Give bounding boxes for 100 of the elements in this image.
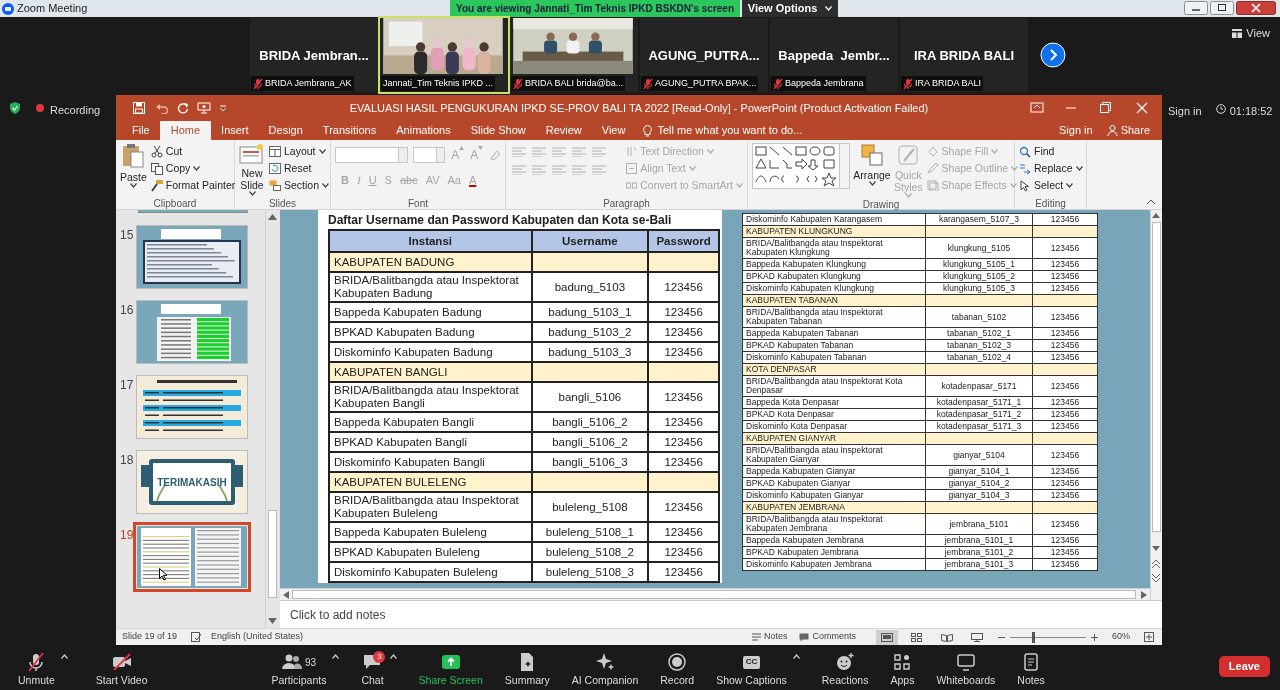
up-caret-icon[interactable] <box>60 654 68 659</box>
scroll-bar[interactable] <box>1150 210 1162 600</box>
view-button[interactable] <box>876 629 898 645</box>
section-button[interactable]: Section <box>269 177 330 194</box>
scroll-bar[interactable] <box>265 210 280 628</box>
new-slide-button[interactable]: New Slide <box>239 143 265 196</box>
cut-button[interactable]: Cut <box>150 143 236 160</box>
zoom-percent[interactable]: 60% <box>1112 630 1130 644</box>
toolbar-button[interactable]: Summary <box>504 650 550 686</box>
ribbon-tab[interactable]: Transitions <box>312 121 387 140</box>
layout-button[interactable]: Layout <box>269 143 330 160</box>
scroll-bar[interactable] <box>280 588 1150 600</box>
participant-name: IRA BRIDA BALI <box>912 47 1016 65</box>
select-button[interactable]: Select <box>1019 177 1083 194</box>
toolbar-button[interactable]: Share Screen <box>418 650 483 686</box>
slide-sorter-icon <box>911 632 923 642</box>
fit-slide-icon[interactable] <box>1144 632 1154 642</box>
format-painter-button[interactable]: Format Painter <box>150 177 236 194</box>
notes-button[interactable]: Notes <box>751 630 788 644</box>
view-button[interactable]: View <box>1232 25 1270 42</box>
scroll-thumb[interactable] <box>1152 222 1161 532</box>
caret-icon <box>248 191 256 196</box>
slide-thumbnail[interactable] <box>138 210 248 213</box>
ribbon-tab[interactable]: File <box>122 121 160 140</box>
book-icon <box>941 632 953 642</box>
toolbar-button[interactable]: Notes <box>1017 650 1045 686</box>
sign-in-link[interactable]: Sign in <box>1168 103 1202 120</box>
table-cell: Diskominfo Kabupaten Buleleng <box>329 562 532 582</box>
ribbon-tab[interactable]: Design <box>258 121 313 140</box>
customize-icon[interactable] <box>219 103 227 112</box>
caret-icon <box>706 149 714 154</box>
scroll-thumb[interactable] <box>268 510 277 598</box>
paste-button[interactable]: Paste <box>120 143 147 188</box>
undo-icon[interactable] <box>155 101 169 114</box>
spelling-icon[interactable] <box>191 632 203 642</box>
ribbon-tab[interactable]: Insert <box>211 121 259 140</box>
leave-button[interactable]: Leave <box>1218 656 1270 677</box>
sign-in-link[interactable]: Sign in <box>1059 121 1093 140</box>
table-cell: 123456 <box>648 272 719 302</box>
toolbar-button[interactable]: 3 Chat <box>361 650 384 686</box>
slide-thumbnail[interactable] <box>137 376 247 438</box>
participant-tile[interactable]: AGUNG_PUTRA... AGUNG_PUTRA BPAK... <box>640 18 768 92</box>
scroll-thumb[interactable] <box>292 590 1136 599</box>
replace-button[interactable]: Replace <box>1019 160 1083 177</box>
view-options-button[interactable]: View Options <box>742 0 839 17</box>
toolbar-button[interactable]: Record <box>660 650 695 686</box>
next-page-icon[interactable] <box>1040 42 1066 68</box>
share-button[interactable]: Share <box>1106 121 1150 140</box>
window-title: Zoom Meeting <box>17 1 88 17</box>
ribbon-tab[interactable]: Slide Show <box>460 121 536 140</box>
ribbon-tab[interactable]: Review <box>535 121 592 140</box>
save-icon[interactable] <box>133 101 145 114</box>
toolbar-button[interactable]: CC Show Captions <box>716 650 787 686</box>
slideshow-icon <box>971 632 983 642</box>
up-caret-icon[interactable] <box>792 654 800 659</box>
tell-me-field[interactable]: Tell me what you want to do... <box>643 121 803 140</box>
table-cell: buleleng_5108 <box>531 492 649 522</box>
toolbar-button[interactable]: Start Video <box>95 650 148 686</box>
down-arrow-icon <box>1152 546 1160 551</box>
participant-tile[interactable]: BRIDA Jembran... BRIDA Jembrana_AK <box>250 18 378 92</box>
group-heading: KABUPATEN BULELENG <box>329 472 532 492</box>
new-slide-icon <box>239 143 265 165</box>
restore-icon[interactable] <box>1210 1 1234 15</box>
participant-tile[interactable]: IRA BRIDA BALI IRA BRIDA BALI <box>900 18 1028 92</box>
comments-button[interactable]: Comments <box>799 630 856 644</box>
up-caret-icon[interactable] <box>389 654 397 659</box>
slide-number: 18 <box>120 452 135 469</box>
slider-thumb[interactable] <box>1031 631 1035 643</box>
participant-tile[interactable]: Jannati_Tim Teknis IPKD ... <box>380 18 508 92</box>
slide-thumbnail[interactable] <box>137 226 247 288</box>
slide-thumbnail[interactable] <box>137 301 247 363</box>
toolbar-button[interactable]: AI Companion <box>571 650 639 686</box>
toolbar-button[interactable]: Apps <box>890 650 915 686</box>
participant-tile[interactable]: Bappeda Jembr... Bappeda Jembrana <box>770 18 898 92</box>
effects-icon <box>926 180 939 191</box>
close-icon[interactable] <box>1236 1 1276 15</box>
toolbar-button[interactable]: 93 Participants <box>271 650 327 686</box>
toolbar-button[interactable]: Unmute <box>18 650 55 686</box>
zoom-in-icon[interactable] <box>1091 633 1098 641</box>
redo-icon[interactable] <box>177 101 189 114</box>
participant-tile[interactable]: BRIDA BALI brida@ba... <box>510 18 638 92</box>
ribbon-tab[interactable]: View <box>591 121 636 140</box>
zoom-slider[interactable] <box>1010 631 1086 643</box>
reset-button[interactable]: Reset <box>269 160 330 177</box>
next-slide-icon[interactable] <box>1152 574 1160 582</box>
previous-slide-icon[interactable] <box>1152 560 1160 568</box>
collapse-ribbon-icon[interactable] <box>1146 198 1156 206</box>
ribbon-tab[interactable]: Home <box>159 121 212 140</box>
slide-number: 15 <box>120 227 135 244</box>
find-button[interactable]: Find <box>1019 143 1083 160</box>
toolbar-button[interactable]: Whiteboards <box>936 650 996 686</box>
table-cell: badung_5103 <box>531 272 649 302</box>
ribbon-tab[interactable]: Animations <box>386 121 461 140</box>
muted-mic-icon <box>26 652 47 672</box>
copy-button[interactable]: Copy <box>150 160 236 177</box>
presenter-icon[interactable] <box>197 101 211 114</box>
up-caret-icon[interactable] <box>332 654 340 659</box>
minimize-icon[interactable] <box>1184 1 1208 15</box>
toolbar-button[interactable]: Reactions <box>821 650 869 686</box>
slide-thumbnail[interactable]: TERIMAKASIH <box>137 451 247 513</box>
